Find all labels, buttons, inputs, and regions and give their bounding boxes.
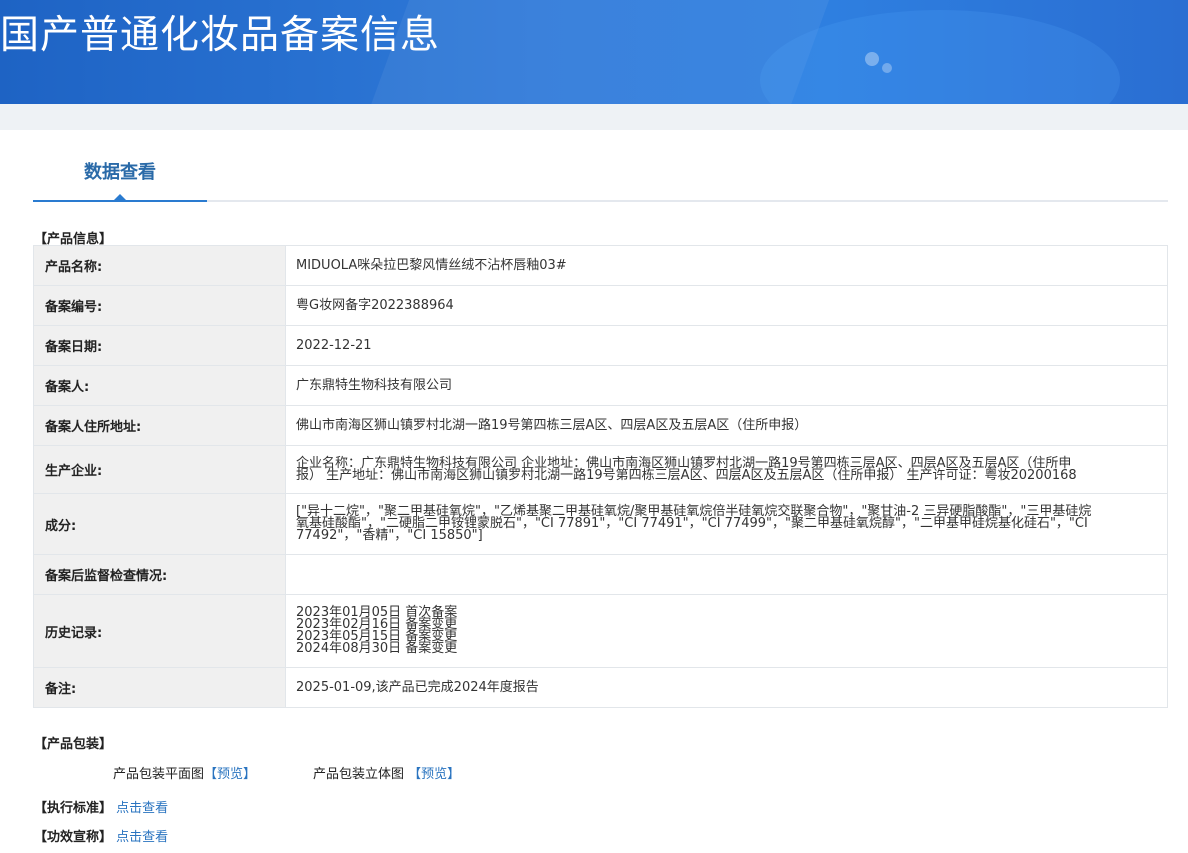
info-row-label: 产品名称:: [33, 245, 286, 286]
tab-label: 数据查看: [84, 162, 156, 183]
info-row-value: 2023年01月05日 首次备案 2023年02月16日 备案变更 2023年05月…: [285, 594, 1168, 668]
info-value-line: 77492"，"香精"，"CI 15850"]: [296, 528, 483, 543]
product-info-table: 产品名称: MIDUOLA咪朵拉巴黎风情丝绒不沾杯唇釉03# 备案编号: 粤G妆网备字…: [33, 245, 1168, 708]
info-row: 成分: ["异十二烷"，"聚二甲基硅氧烷"，"乙烯基聚二甲基硅氧烷/聚甲基硅氧烷倍…: [33, 493, 1168, 555]
info-row-label: 生产企业:: [33, 445, 286, 494]
info-row: 备注: 2025-01-09,该产品已完成2024年度报告: [33, 667, 1168, 708]
efficacy-label: 【功效宣称】: [34, 830, 113, 845]
tab-data-view[interactable]: 数据查看: [33, 130, 207, 202]
content-card: 数据查看 【产品信息】 产品名称: MIDUOLA咪朵拉巴黎风情丝绒不沾杯唇釉03…: [0, 130, 1188, 853]
page-title: 国产普通化妆品备案信息: [0, 13, 441, 58]
efficacy-view-link[interactable]: 点击查看: [116, 830, 168, 845]
info-row: 历史记录: 2023年01月05日 首次备案 2023年02月16日 备案变更 202…: [33, 594, 1168, 668]
packaging-flat-preview-link[interactable]: 【预览】: [204, 767, 256, 782]
info-value-line: 报） 生产地址：佛山市南海区狮山镇罗村北湖一路19号第四栋三层A区、四层A区及五…: [296, 467, 1077, 483]
info-row: 备案人住所地址: 佛山市南海区狮山镇罗村北湖一路19号第四栋三层A区、四层A区及五…: [33, 405, 1168, 446]
efficacy-row: 【功效宣称】 点击查看: [34, 826, 168, 845]
info-row-label: 备案人住所地址:: [33, 405, 286, 446]
info-value-line: 2022-12-21: [296, 337, 372, 353]
header-banner: 国产普通化妆品备案信息: [0, 0, 1188, 104]
info-value-line: 佛山市南海区狮山镇罗村北湖一路19号第四栋三层A区、四层A区及五层A区（住所申报…: [296, 417, 808, 433]
caret-up-icon: [114, 194, 126, 200]
standard-view-link[interactable]: 点击查看: [116, 801, 168, 816]
info-row-value: [285, 554, 1168, 595]
standard-label: 【执行标准】: [34, 801, 113, 816]
packaging-solid-label: 产品包装立体图: [313, 767, 405, 782]
info-row-label: 成分:: [33, 493, 286, 555]
section-title-packaging: 【产品包装】: [34, 737, 113, 752]
info-row-value: 粤G妆网备字2022388964: [285, 285, 1168, 326]
info-row-label: 备注:: [33, 667, 286, 708]
info-row-value: 企业名称：广东鼎特生物科技有限公司 企业地址：佛山市南海区狮山镇罗村北湖一路19…: [285, 445, 1168, 494]
info-row: 备案后监督检查情况:: [33, 554, 1168, 595]
standard-row: 【执行标准】 点击查看: [34, 797, 168, 816]
info-row-value: MIDUOLA咪朵拉巴黎风情丝绒不沾杯唇釉03#: [285, 245, 1168, 286]
info-value-line: 2024年08月30日 备案变更: [296, 641, 458, 656]
packaging-flat: 产品包装平面图【预览】: [113, 763, 256, 782]
tab-active-underline: [33, 200, 207, 202]
packaging-flat-label: 产品包装平面图: [113, 767, 205, 782]
info-row-label: 备案编号:: [33, 285, 286, 326]
info-row: 备案人: 广东鼎特生物科技有限公司: [33, 365, 1168, 406]
info-row-label: 备案后监督检查情况:: [33, 554, 286, 595]
info-row-label: 历史记录:: [33, 594, 286, 668]
packaging-solid: 产品包装立体图 【预览】: [313, 763, 460, 782]
info-row: 生产企业: 企业名称：广东鼎特生物科技有限公司 企业地址：佛山市南海区狮山镇罗村北…: [33, 445, 1168, 494]
info-value-line: 2025-01-09,该产品已完成2024年度报告: [296, 679, 539, 695]
info-row-value: 佛山市南海区狮山镇罗村北湖一路19号第四栋三层A区、四层A区及五层A区（住所申报…: [285, 405, 1168, 446]
info-row-value: 2025-01-09,该产品已完成2024年度报告: [285, 667, 1168, 708]
info-value-line: 粤G妆网备字2022388964: [296, 297, 454, 313]
info-value-line: 广东鼎特生物科技有限公司: [296, 377, 453, 393]
info-row-value: 2022-12-21: [285, 325, 1168, 366]
banner-decoration: [865, 52, 879, 66]
packaging-solid-preview-link[interactable]: 【预览】: [408, 767, 460, 782]
banner-decoration: [882, 63, 892, 73]
info-row-value: ["异十二烷"，"聚二甲基硅氧烷"，"乙烯基聚二甲基硅氧烷/聚甲基硅氧烷倍半硅氧…: [285, 493, 1168, 555]
header-strip: [0, 104, 1188, 130]
info-value-line: MIDUOLA咪朵拉巴黎风情丝绒不沾杯唇釉03#: [296, 257, 567, 273]
info-row: 产品名称: MIDUOLA咪朵拉巴黎风情丝绒不沾杯唇釉03#: [33, 245, 1168, 286]
info-row: 备案日期: 2022-12-21: [33, 325, 1168, 366]
info-row-label: 备案人:: [33, 365, 286, 406]
info-row: 备案编号: 粤G妆网备字2022388964: [33, 285, 1168, 326]
info-row-value: 广东鼎特生物科技有限公司: [285, 365, 1168, 406]
tab-bar: 数据查看: [33, 130, 1168, 202]
info-row-label: 备案日期:: [33, 325, 286, 366]
